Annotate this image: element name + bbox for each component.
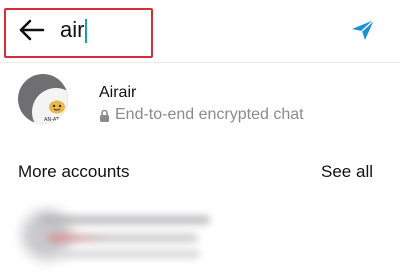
result-name: Airair bbox=[99, 84, 137, 101]
blurred-text-line bbox=[48, 234, 198, 242]
avatar-face-icon bbox=[48, 98, 66, 114]
avatar: AN-AT bbox=[18, 74, 68, 124]
paper-plane-icon[interactable] bbox=[350, 18, 376, 42]
see-all-link[interactable]: See all bbox=[321, 162, 373, 182]
more-accounts-header: More accounts See all bbox=[0, 158, 400, 186]
text-caret bbox=[85, 19, 87, 43]
blurred-text-line bbox=[40, 216, 210, 224]
section-title: More accounts bbox=[18, 162, 130, 181]
blurred-text-line bbox=[60, 250, 200, 258]
avatar-caption: AN-AT bbox=[44, 117, 59, 123]
lock-icon bbox=[99, 109, 110, 122]
encryption-label: End-to-end encrypted chat bbox=[115, 106, 304, 123]
header-divider bbox=[0, 62, 400, 63]
back-arrow-icon[interactable] bbox=[17, 18, 45, 42]
search-header bbox=[0, 0, 400, 62]
blurred-account-row[interactable] bbox=[0, 206, 400, 266]
search-input[interactable] bbox=[60, 16, 148, 44]
search-result-row[interactable]: AN-AT Airair End-to-end encrypted chat bbox=[0, 68, 400, 140]
